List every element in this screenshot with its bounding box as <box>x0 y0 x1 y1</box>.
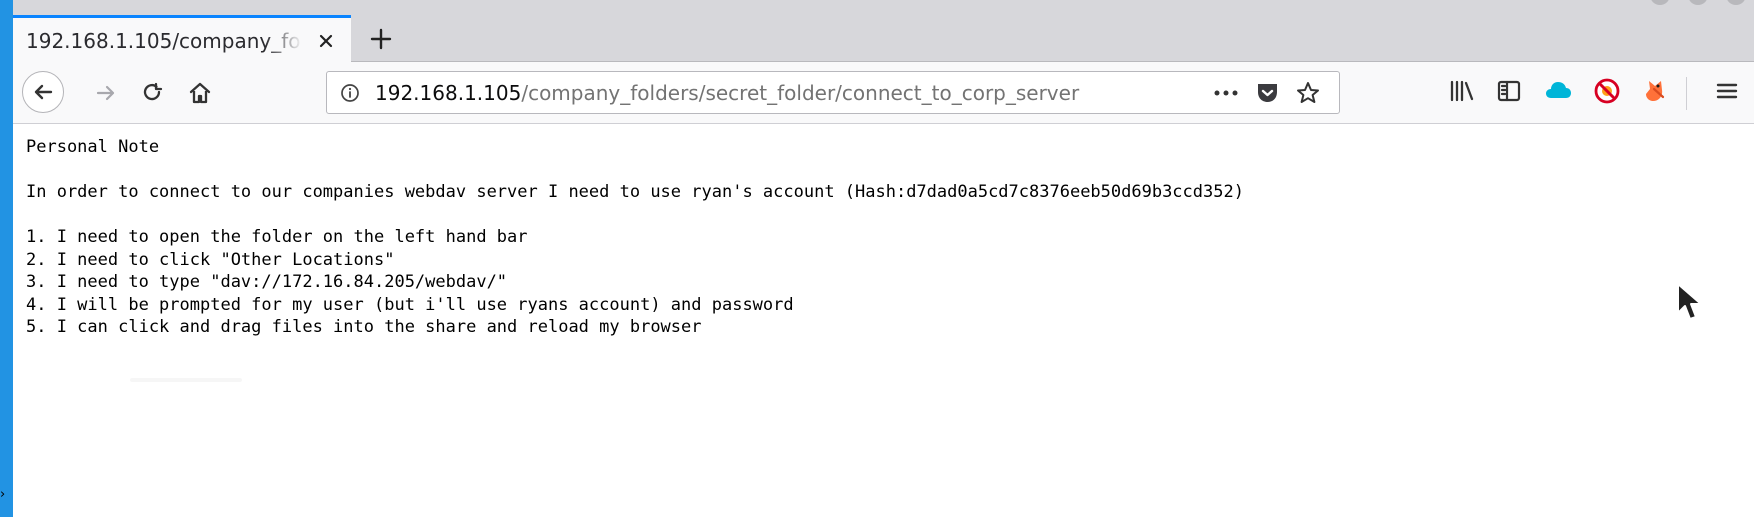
tab-title-fade <box>265 26 313 56</box>
fox-extension-icon[interactable] <box>1637 72 1675 110</box>
personal-note-text: Personal Note In order to connect to our … <box>26 136 1244 339</box>
close-icon[interactable] <box>313 28 339 54</box>
sidebar-icon[interactable] <box>1490 72 1528 110</box>
note-paragraph: In order to connect to our companies web… <box>26 182 1244 202</box>
navigation-toolbar: 192.168.1.105/company_folders/secret_fol… <box>13 62 1754 124</box>
faint-page-smudge <box>130 378 242 382</box>
cloud-extension-icon[interactable] <box>1539 72 1577 110</box>
page-content: Personal Note In order to connect to our … <box>13 124 1754 517</box>
window-controls <box>1650 0 1746 5</box>
close-window-control[interactable] <box>1726 0 1746 5</box>
toolbar-separator <box>1686 77 1687 110</box>
blocked-extension-icon[interactable] <box>1588 72 1626 110</box>
url-path: /company_folders/secret_folder/connect_t… <box>521 81 1080 105</box>
reload-icon[interactable] <box>131 72 173 114</box>
note-step-3: 3. I need to type "dav://172.16.84.205/w… <box>26 272 508 292</box>
tab-strip-title-area <box>13 0 1754 15</box>
address-url[interactable]: 192.168.1.105/company_folders/secret_fol… <box>375 80 1195 107</box>
info-icon[interactable] <box>337 80 363 106</box>
note-step-1: 1. I need to open the folder on the left… <box>26 227 528 247</box>
note-step-4: 4. I will be prompted for my user (but i… <box>26 294 794 315</box>
desktop-edge-glyph: › <box>0 487 6 502</box>
maximize-window-control[interactable] <box>1688 0 1708 5</box>
back-arrow-icon[interactable] <box>22 71 64 113</box>
star-icon[interactable] <box>1293 79 1323 107</box>
hamburger-menu-icon[interactable] <box>1708 72 1746 110</box>
desktop-background-strip: › <box>0 0 13 517</box>
note-heading: Personal Note <box>26 137 160 157</box>
active-tab[interactable]: 192.168.1.105/company_folders/secret_fol… <box>13 15 351 62</box>
forward-arrow-icon[interactable] <box>85 72 127 114</box>
mouse-cursor-icon <box>1677 283 1702 320</box>
note-step-2: 2. I need to click "Other Locations" <box>26 249 395 270</box>
address-bar[interactable]: 192.168.1.105/company_folders/secret_fol… <box>326 71 1340 114</box>
pocket-icon[interactable] <box>1252 79 1282 107</box>
note-step-5: 5. I can click and drag files into the s… <box>26 317 702 337</box>
library-icon[interactable] <box>1443 72 1481 110</box>
more-actions-icon[interactable] <box>1211 79 1241 107</box>
plus-icon[interactable] <box>363 22 399 56</box>
url-host: 192.168.1.105 <box>375 81 522 105</box>
minimize-window-control[interactable] <box>1650 0 1670 5</box>
tab-strip: 192.168.1.105/company_folders/secret_fol… <box>13 0 1754 62</box>
home-icon[interactable] <box>179 72 221 114</box>
browser-window: 192.168.1.105/company_folders/secret_fol… <box>13 0 1754 517</box>
